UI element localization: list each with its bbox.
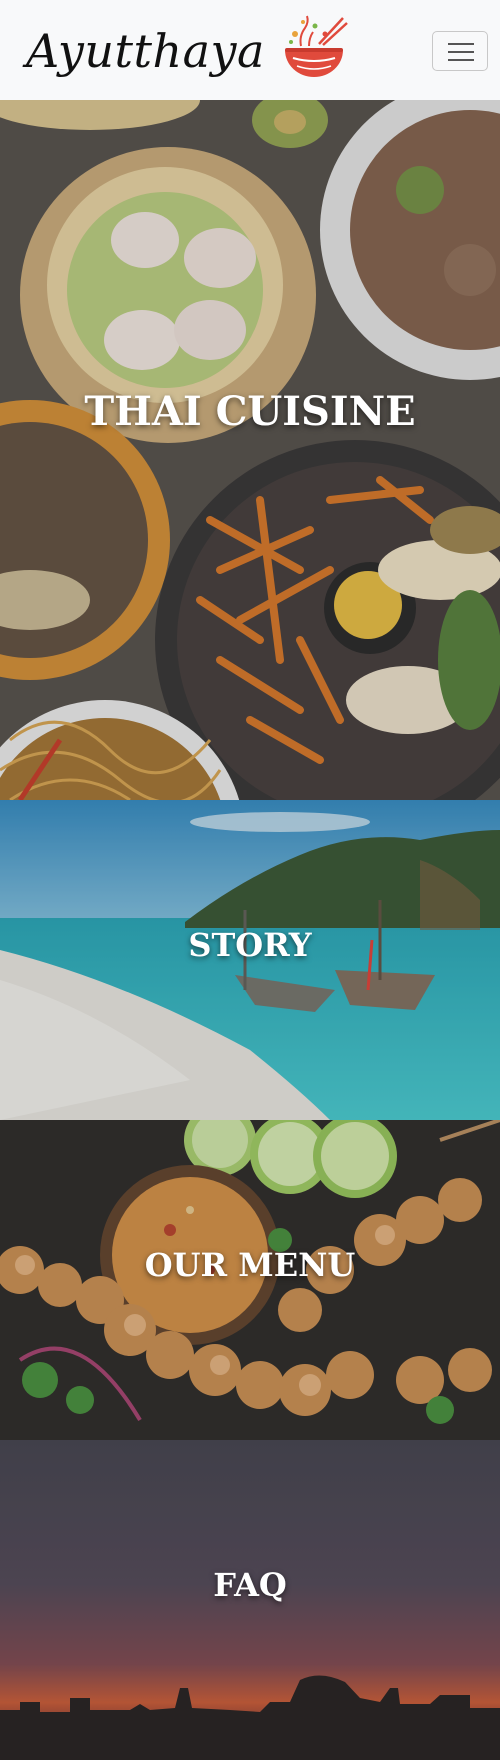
navbar: Ayutthaya — [0, 0, 500, 100]
nav-toggle-button[interactable] — [432, 31, 488, 71]
section-title: STORY — [188, 926, 312, 964]
section-faq[interactable]: FAQ — [0, 1440, 500, 1760]
section-title: FAQ — [213, 1566, 287, 1604]
section-title: OUR MENU — [144, 1246, 356, 1284]
brand-name: Ayutthaya — [26, 24, 265, 78]
section-title: THAI CUISINE — [84, 387, 416, 435]
section-our-menu[interactable]: OUR MENU — [0, 1120, 500, 1440]
section-story[interactable]: STORY — [0, 800, 500, 1120]
noodle-bowl-icon — [284, 15, 348, 77]
brand-link[interactable]: Ayutthaya — [26, 15, 349, 84]
section-thai-cuisine[interactable]: THAI CUISINE — [0, 100, 500, 800]
